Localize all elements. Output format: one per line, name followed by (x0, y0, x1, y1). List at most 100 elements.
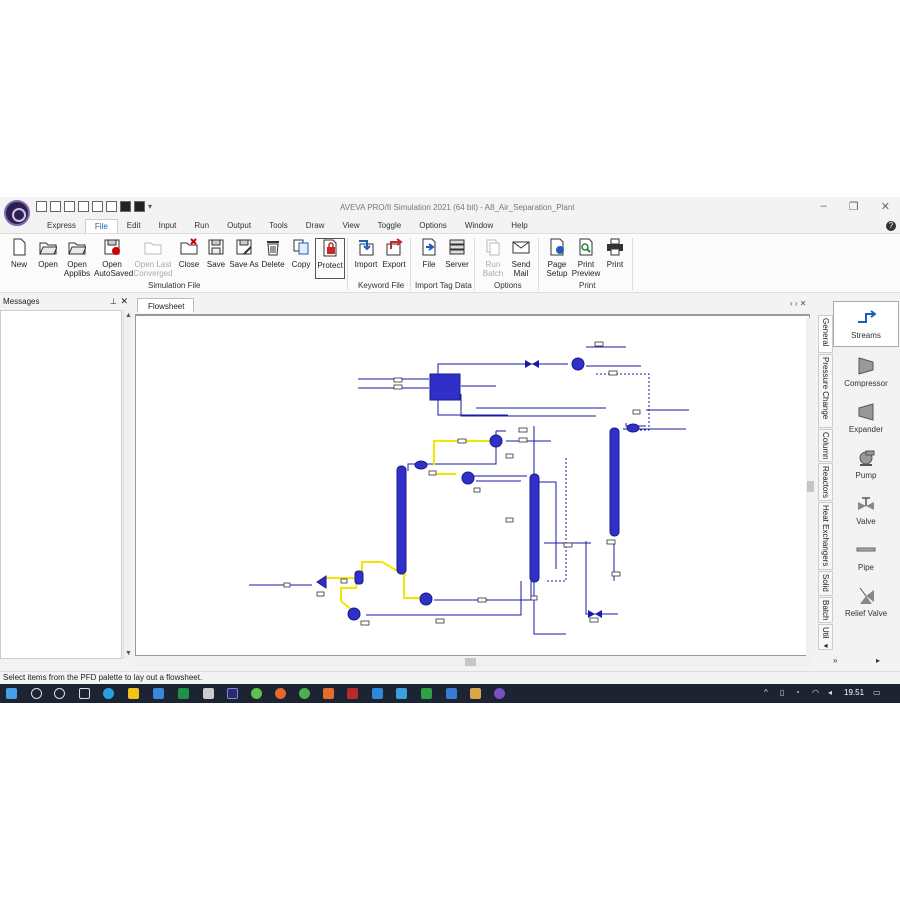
import-tag-file-button[interactable]: File (414, 238, 444, 269)
scroll-thumb[interactable] (807, 481, 814, 492)
pin-icon[interactable]: ⊥ (110, 297, 117, 306)
search-icon[interactable] (31, 688, 42, 699)
export-keyword-button[interactable]: Export (379, 238, 409, 269)
minimize-button[interactable]: – (821, 200, 827, 213)
close-messages-icon[interactable]: ✕ (120, 296, 128, 307)
palette-expand-icon[interactable]: » (833, 656, 837, 665)
import-keyword-button[interactable]: Import (351, 238, 381, 269)
qat-open-folder-icon[interactable] (64, 201, 75, 212)
close-file-button[interactable]: Close (174, 238, 204, 269)
menu-file[interactable]: File (84, 219, 118, 233)
qat-open-icon[interactable] (50, 201, 61, 212)
delete-button[interactable]: Delete (258, 238, 288, 269)
tray-chevron-icon[interactable]: ^ (764, 688, 768, 697)
messages-scrollbar[interactable]: ▲ ▼ (123, 310, 132, 659)
qat-customize-icon[interactable]: ▾ (148, 201, 156, 212)
tab-heat-exchangers[interactable]: Heat Exchangers (818, 502, 833, 570)
menu-toggle[interactable]: Toggle (369, 219, 411, 233)
palette-item-relief-valve[interactable]: Relief Valve (833, 586, 899, 618)
palette-item-valve[interactable]: Valve (833, 494, 899, 526)
tray-network-icon[interactable]: ▯ (780, 688, 784, 697)
menu-input[interactable]: Input (150, 219, 186, 233)
protect-button[interactable]: Protect (315, 238, 345, 279)
photoshop-icon[interactable] (227, 688, 238, 699)
menu-view[interactable]: View (333, 219, 368, 233)
open-applibs-button[interactable]: Open Applibs (62, 238, 92, 278)
tab-column[interactable]: Column (818, 429, 833, 462)
open-last-converged-button[interactable]: Open Last Converged (133, 238, 173, 278)
tab-pressure-change[interactable]: Pressure Change (818, 354, 833, 428)
qat-step-icon[interactable] (134, 201, 145, 212)
app-plus-icon[interactable] (421, 688, 432, 699)
app-logo[interactable] (4, 200, 30, 226)
task-view-icon[interactable] (79, 688, 90, 699)
pro-ii-taskbar-icon[interactable] (494, 688, 505, 699)
palette-item-compressor[interactable]: Compressor (833, 356, 899, 388)
menu-express[interactable]: Express (38, 219, 85, 233)
run-batch-button[interactable]: Run Batch (478, 238, 508, 278)
save-button[interactable]: Save (201, 238, 231, 269)
palette-item-streams[interactable]: Streams (833, 301, 899, 347)
new-button[interactable]: New (4, 238, 34, 269)
tab-flowsheet[interactable]: Flowsheet (137, 298, 194, 313)
messages-list[interactable] (0, 310, 122, 659)
tab-solid[interactable]: Solid (818, 571, 833, 596)
qat-save-as-icon[interactable] (92, 201, 103, 212)
store-icon[interactable] (153, 688, 164, 699)
print-preview-button[interactable]: Print Preview (571, 238, 601, 278)
close-button[interactable]: ✕ (881, 200, 890, 213)
qat-run-icon[interactable] (120, 201, 131, 212)
taskbar-clock[interactable]: 19.51 (844, 688, 864, 697)
import-tag-server-button[interactable]: Server (442, 238, 472, 269)
qat-save-icon[interactable] (78, 201, 89, 212)
tab-util[interactable]: Util ◂ (818, 624, 833, 650)
menu-window[interactable]: Window (456, 219, 502, 233)
open-button[interactable]: Open (33, 238, 63, 269)
flowsheet-horizontal-scrollbar[interactable] (135, 657, 810, 667)
tray-app-icon[interactable]: ◔ (795, 688, 800, 697)
scroll-up-icon[interactable]: ▲ (125, 312, 132, 319)
help-icon[interactable]: ? (886, 221, 896, 231)
notifications-icon[interactable]: ▭ (873, 688, 881, 697)
tab-general[interactable]: General (818, 315, 833, 353)
chrome-icon[interactable] (299, 688, 310, 699)
menu-help[interactable]: Help (502, 219, 536, 233)
tab-batch[interactable]: Batch (818, 597, 833, 623)
menu-options[interactable]: Options (410, 219, 456, 233)
excel-icon[interactable] (178, 688, 189, 699)
palette-item-pump[interactable]: Pump (833, 448, 899, 480)
restore-button[interactable]: ❐ (849, 200, 859, 213)
palette-item-expander[interactable]: Expander (833, 402, 899, 434)
app-gold-icon[interactable] (470, 688, 481, 699)
save-as-button[interactable]: Save As (229, 238, 259, 269)
home-app-icon[interactable] (323, 688, 334, 699)
document-app-icon[interactable] (446, 688, 457, 699)
menu-draw[interactable]: Draw (297, 219, 334, 233)
tab-reactors[interactable]: Reactors (818, 463, 833, 501)
print-button[interactable]: Print (600, 238, 630, 269)
file-explorer-icon[interactable] (128, 688, 139, 699)
page-setup-button[interactable]: Page Setup (542, 238, 572, 278)
firefox-icon[interactable] (275, 688, 286, 699)
flowsheet-vertical-scrollbar[interactable] (806, 318, 815, 657)
menu-output[interactable]: Output (218, 219, 260, 233)
palette-next-icon[interactable]: ▸ (876, 656, 880, 665)
send-mail-button[interactable]: Send Mail (506, 238, 536, 278)
copy-button[interactable]: Copy (286, 238, 316, 269)
flowsheet-canvas[interactable] (135, 314, 810, 656)
start-icon[interactable] (6, 688, 17, 699)
cortana-icon[interactable] (54, 688, 65, 699)
qat-new-icon[interactable] (36, 201, 47, 212)
menu-edit[interactable]: Edit (118, 219, 150, 233)
qat-print-icon[interactable] (106, 201, 117, 212)
edge-icon[interactable] (103, 688, 114, 699)
app-blue-icon[interactable] (372, 688, 383, 699)
scroll-thumb[interactable] (465, 658, 476, 666)
menu-run[interactable]: Run (185, 219, 218, 233)
notepad-icon[interactable] (203, 688, 214, 699)
menu-tools[interactable]: Tools (260, 219, 297, 233)
scroll-down-icon[interactable]: ▼ (125, 650, 132, 657)
tray-wifi-icon[interactable]: ◠ (812, 688, 819, 697)
open-autosaved-button[interactable]: Open AutoSaved (94, 238, 133, 278)
zoom-icon[interactable] (396, 688, 407, 699)
